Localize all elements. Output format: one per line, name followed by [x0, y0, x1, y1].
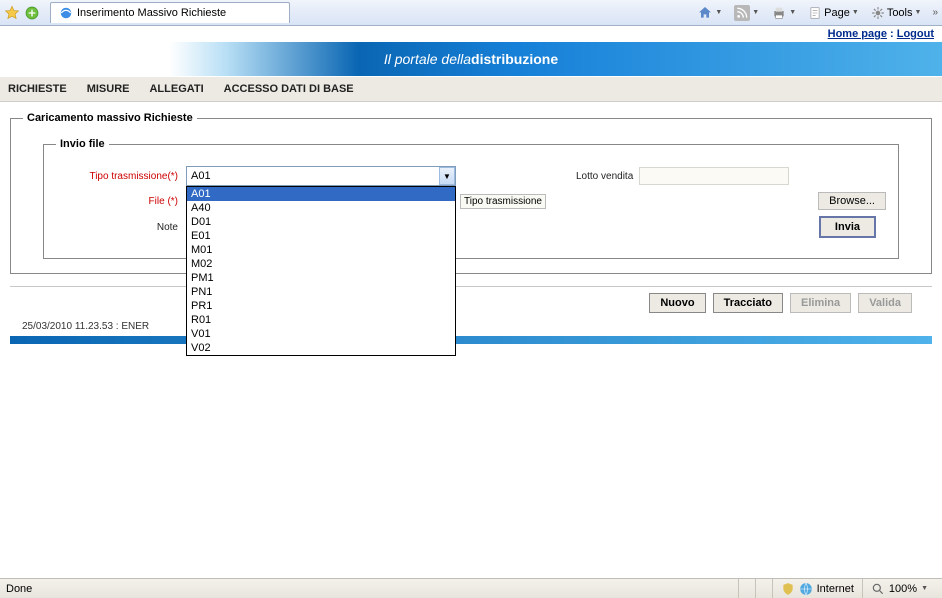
banner: Il portale della distribuzione	[0, 42, 942, 76]
outer-legend: Caricamento massivo Richieste	[23, 112, 197, 124]
lotto-vendita-input[interactable]	[639, 167, 789, 185]
menu-allegati[interactable]: ALLEGATI	[149, 83, 203, 95]
home-button[interactable]: ▼	[692, 2, 727, 24]
browser-chrome: Inserimento Massivo Richieste ▼ ▼ ▼ Page…	[0, 0, 942, 26]
dropdown-option[interactable]: PN1	[187, 285, 455, 299]
top-links-bar: Home page : Logout	[0, 26, 942, 42]
valida-button: Valida	[858, 293, 912, 313]
home-page-link[interactable]: Home page	[828, 28, 887, 40]
dropdown-option[interactable]: R01	[187, 313, 455, 327]
tipo-trasmissione-select[interactable]: A01 ▼ A01A40D01E01M01M02PM1PN1PR1R01V01V…	[186, 166, 456, 186]
print-icon	[771, 5, 787, 21]
tipo-trasmissione-label: Tipo trasmissione(*)	[56, 171, 186, 182]
inner-legend: Invio file	[56, 138, 109, 150]
dropdown-option[interactable]: V02	[187, 341, 455, 355]
print-button[interactable]: ▼	[766, 2, 801, 24]
status-empty-2	[755, 579, 772, 598]
page-menu-button[interactable]: Page ▼	[803, 3, 864, 23]
home-icon	[697, 5, 713, 21]
favorites-star-icon[interactable]	[4, 5, 20, 21]
menu-accesso[interactable]: ACCESSO DATI DI BASE	[224, 83, 354, 95]
main-menu: RICHIESTE MISURE ALLEGATI ACCESSO DATI D…	[0, 76, 942, 102]
timestamp-row: 25/03/2010 11.23.53 : ENER	[10, 319, 932, 334]
zoom-icon	[871, 582, 885, 596]
status-zone: Internet	[772, 579, 862, 598]
menu-richieste[interactable]: RICHIESTE	[8, 83, 67, 95]
logout-link[interactable]: Logout	[897, 28, 934, 40]
invia-button[interactable]: Invia	[819, 216, 876, 238]
gear-icon	[871, 6, 885, 20]
dropdown-arrow-icon[interactable]: ▼	[439, 167, 455, 185]
elimina-button: Elimina	[790, 293, 851, 313]
dropdown-option[interactable]: E01	[187, 229, 455, 243]
action-bar: Nuovo Tracciato Elimina Valida	[10, 286, 932, 319]
shield-icon	[781, 582, 795, 596]
dropdown-option[interactable]: PR1	[187, 299, 455, 313]
browse-button[interactable]: Browse...	[818, 192, 886, 210]
file-hint-tooltip: Tipo trasmissione	[460, 194, 546, 209]
status-empty-1	[738, 579, 755, 598]
globe-icon	[799, 582, 813, 596]
dropdown-option[interactable]: PM1	[187, 271, 455, 285]
page-icon	[808, 6, 822, 20]
nuovo-button[interactable]: Nuovo	[649, 293, 705, 313]
dropdown-option[interactable]: M02	[187, 257, 455, 271]
note-label: Note	[56, 222, 186, 233]
dropdown-option[interactable]: A01	[187, 187, 455, 201]
blue-divider	[10, 336, 932, 344]
ie-icon	[59, 6, 73, 20]
chevron-expand-icon[interactable]: »	[932, 7, 938, 18]
feeds-button[interactable]: ▼	[729, 2, 764, 24]
lotto-vendita-label: Lotto vendita	[576, 171, 633, 182]
tools-menu-button[interactable]: Tools ▼	[866, 3, 927, 23]
add-favorite-icon[interactable]	[24, 5, 40, 21]
tab-title: Inserimento Massivo Richieste	[77, 7, 226, 19]
tipo-dropdown-list[interactable]: A01A40D01E01M01M02PM1PN1PR1R01V01V02	[186, 186, 456, 356]
dropdown-option[interactable]: V01	[187, 327, 455, 341]
tracciato-button[interactable]: Tracciato	[713, 293, 783, 313]
dropdown-option[interactable]: M01	[187, 243, 455, 257]
feed-icon	[734, 5, 750, 21]
file-label: File (*)	[56, 196, 186, 207]
dropdown-option[interactable]: D01	[187, 215, 455, 229]
status-bar: Done Internet 100% ▼	[0, 578, 942, 598]
browser-tab[interactable]: Inserimento Massivo Richieste	[50, 2, 290, 23]
dropdown-option[interactable]: A40	[187, 201, 455, 215]
menu-misure[interactable]: MISURE	[87, 83, 130, 95]
inner-fieldset: Invio file Tipo trasmissione(*) A01 ▼ A0…	[43, 138, 899, 259]
zoom-control[interactable]: 100% ▼	[862, 579, 936, 598]
status-done: Done	[6, 583, 32, 595]
outer-fieldset: Caricamento massivo Richieste Invio file…	[10, 112, 932, 274]
